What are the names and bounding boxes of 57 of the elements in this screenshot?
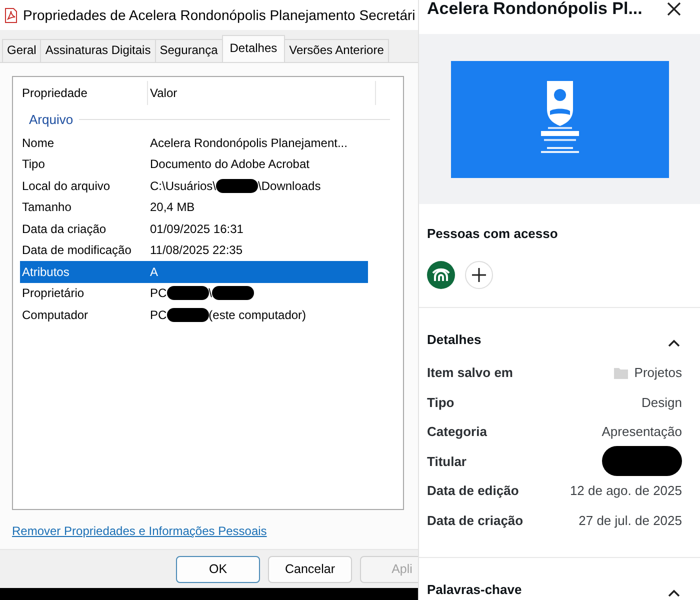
property-value: \Downloads: [258, 178, 321, 193]
plus-icon: [472, 268, 486, 282]
section-heading: Pessoas com acesso: [427, 226, 559, 241]
property-value: Acelera Rondonópolis Planejament...: [150, 136, 348, 150]
tab[interactable]: Geral: [2, 39, 42, 62]
detail-label: Categoria: [427, 424, 487, 440]
property-name: Data de modificação: [21, 243, 132, 258]
property-name: Proprietário: [21, 286, 86, 300]
detail-value: Design: [642, 394, 682, 410]
detail-label: Tipo: [427, 394, 454, 410]
redaction-mark: [166, 286, 209, 300]
tab[interactable]: Detalhes: [222, 35, 286, 62]
column-header[interactable]: Valor: [148, 81, 376, 105]
detail-label: Data de edição: [427, 483, 519, 498]
detail-label: Data de criação: [427, 512, 524, 528]
tab[interactable]: Versões Anteriore: [284, 39, 389, 62]
property-name: Tamanho: [21, 200, 72, 214]
property-name: Data da criação: [21, 222, 108, 236]
panel-title: Acelera Rondonópolis Pl...: [427, 0, 642, 19]
property-name: Atributos: [21, 264, 70, 279]
column-header[interactable]: Propriedade: [20, 81, 148, 105]
section-heading: Palavras-chave: [427, 582, 522, 596]
group-heading: Arquivo: [29, 112, 74, 126]
detail-value: Apresentação: [602, 424, 682, 440]
window-title: Propriedades de Acelera Rondonópolis Planejamento Secretári: [23, 7, 416, 23]
detail-value: Projetos: [634, 365, 682, 380]
property-name: Local do arquivo: [21, 178, 112, 193]
detail-label: Item salvo em: [427, 365, 513, 380]
property-value: PC: [150, 308, 167, 322]
property-value: Documento do Adobe Acrobat: [150, 157, 310, 172]
property-value: PC: [150, 286, 167, 300]
selected-row[interactable]: Atributos A: [20, 261, 368, 282]
property-name: Computador: [21, 308, 90, 322]
redaction-mark: [216, 178, 258, 193]
dialog-button[interactable]: OK: [176, 556, 260, 582]
close-icon[interactable]: [666, 0, 682, 17]
add-person-button[interactable]: [465, 261, 493, 289]
detail-value: 27 de jul. de 2025: [578, 512, 682, 528]
property-value: 01/09/2025 16:31: [150, 222, 244, 236]
redaction-mark: [212, 286, 254, 300]
property-value: 11/08/2025 22:35: [150, 243, 243, 258]
property-value: 20,4 MB: [150, 200, 195, 214]
folder-icon: [614, 366, 628, 379]
property-value: (este computador): [208, 308, 306, 322]
property-value: A: [150, 264, 158, 279]
detail-value: 12 de ago. de 2025: [570, 483, 682, 498]
property-value: \: [208, 286, 212, 300]
pdf-file-icon: [5, 8, 17, 22]
property-value: C:\Usuários\: [150, 178, 216, 193]
dialog-button[interactable]: Cancelar: [268, 556, 352, 582]
remove-properties-link[interactable]: Remover Propriedades e Informações Pessoais: [12, 524, 267, 538]
property-name: Tipo: [21, 157, 46, 172]
property-name: Nome: [21, 136, 56, 150]
avatar-icon[interactable]: [427, 261, 455, 289]
redaction-mark: [166, 308, 209, 322]
detail-label: Titular: [427, 454, 466, 469]
section-heading: Detalhes: [427, 332, 482, 346]
